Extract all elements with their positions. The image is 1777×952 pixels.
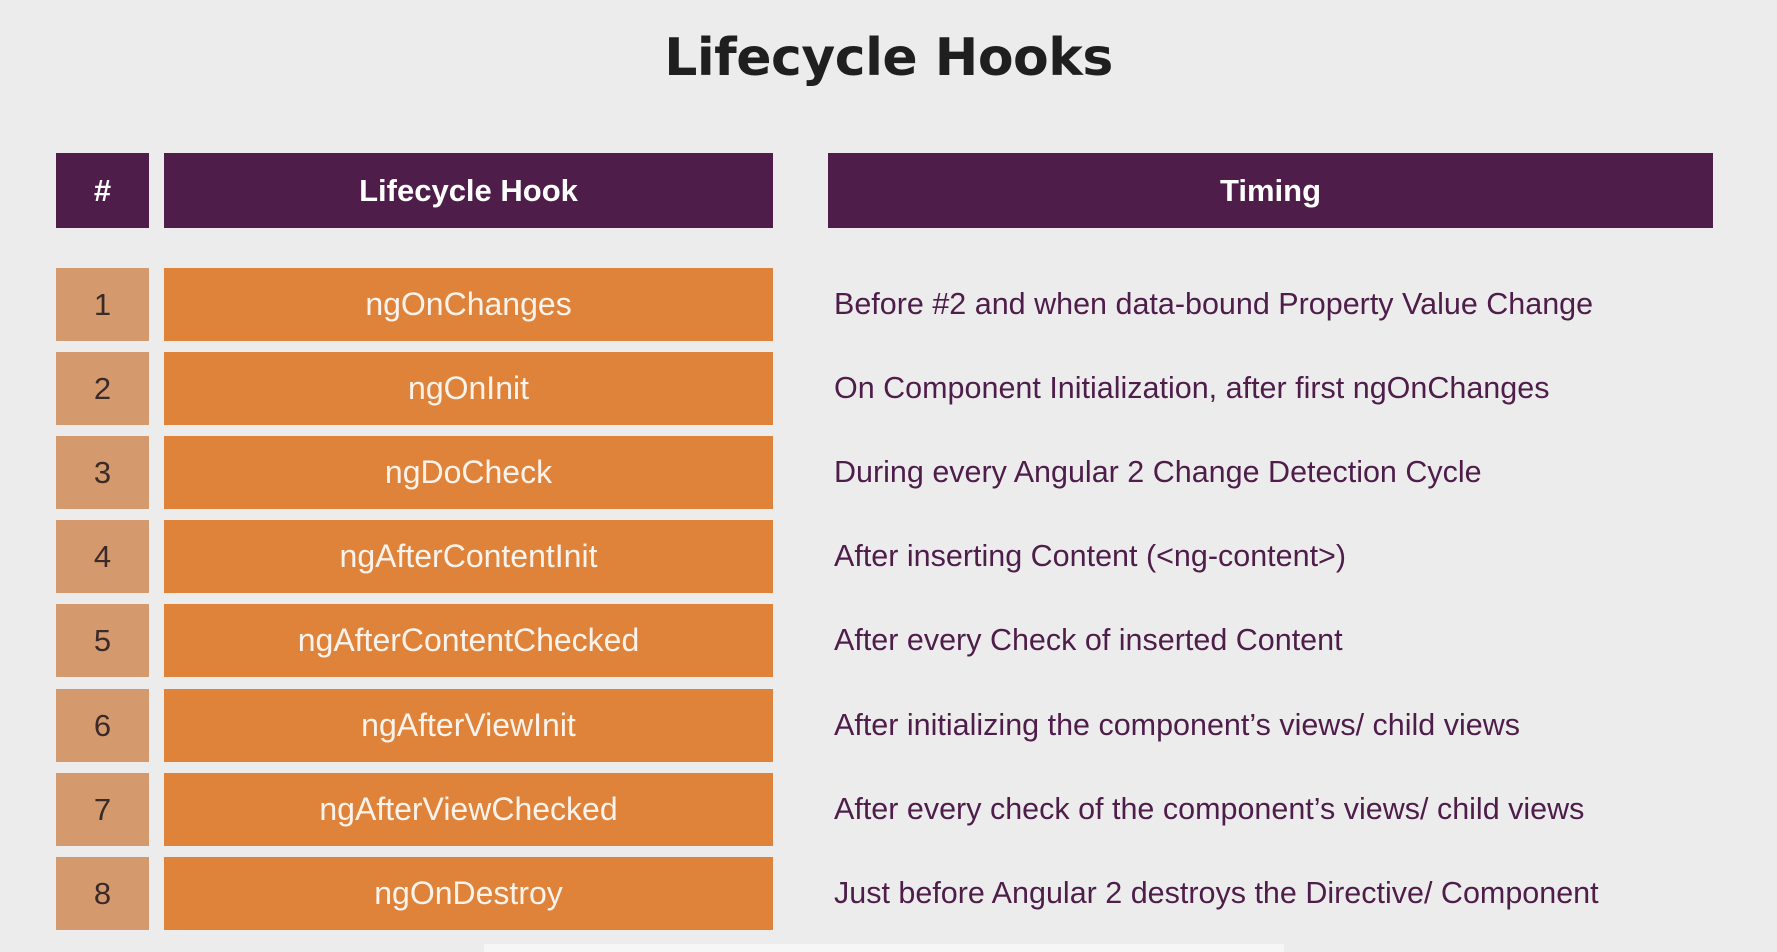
row-timing: During every Angular 2 Change Detection … [834, 455, 1482, 489]
header-timing: Timing [828, 153, 1713, 228]
row-number: 1 [56, 268, 149, 341]
row-timing: Before #2 and when data-bound Property V… [834, 287, 1594, 321]
row-hook-name: ngAfterContentChecked [164, 604, 773, 677]
row-number: 6 [56, 689, 149, 762]
row-hook-name: ngAfterViewInit [164, 689, 773, 762]
row-hook-name: ngOnDestroy [164, 857, 773, 930]
header-lifecycle-hook: Lifecycle Hook [164, 153, 773, 228]
row-timing: After every Check of inserted Content [834, 623, 1343, 657]
row-hook-name: ngOnInit [164, 352, 773, 425]
row-timing: After inserting Content (<ng-content>) [834, 539, 1347, 573]
row-number: 2 [56, 352, 149, 425]
row-number: 5 [56, 604, 149, 677]
row-number: 8 [56, 857, 149, 930]
header-number: # [56, 153, 149, 228]
page-title: Lifecycle Hooks [664, 28, 1113, 88]
row-hook-name: ngAfterViewChecked [164, 773, 773, 846]
row-hook-name: ngDoCheck [164, 436, 773, 509]
row-number: 4 [56, 520, 149, 593]
row-timing: After initializing the component’s views… [834, 708, 1520, 742]
row-number: 3 [56, 436, 149, 509]
row-timing: After every check of the component’s vie… [834, 792, 1585, 826]
row-timing: Just before Angular 2 destroys the Direc… [834, 876, 1599, 910]
row-hook-name: ngAfterContentInit [164, 520, 773, 593]
row-number: 7 [56, 773, 149, 846]
bottom-edge-strip [484, 944, 1284, 952]
row-hook-name: ngOnChanges [164, 268, 773, 341]
row-timing: On Component Initialization, after first… [834, 371, 1550, 405]
